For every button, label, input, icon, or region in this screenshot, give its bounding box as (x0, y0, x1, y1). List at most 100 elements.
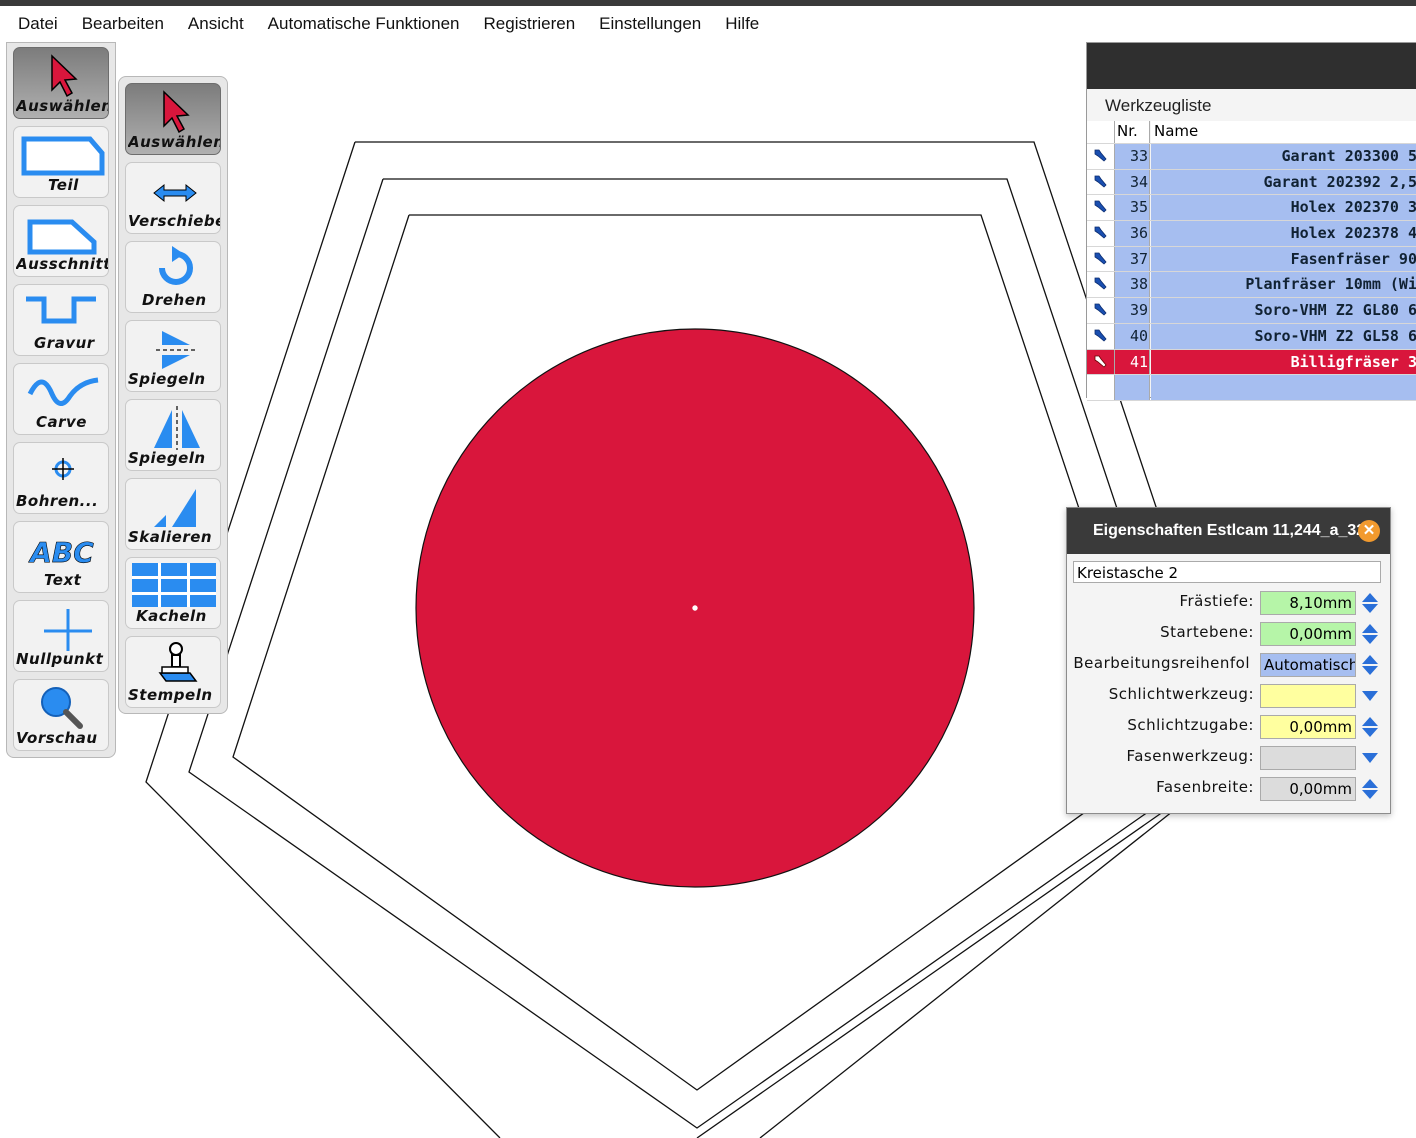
tool-preview-button[interactable]: Vorschau (13, 679, 109, 751)
tool-name: Garant 203300 5 (1151, 144, 1416, 169)
tool-label: Carve (36, 413, 87, 431)
edit-mirror-horizontal-button[interactable]: Spiegeln (125, 320, 221, 392)
rotate-icon (159, 246, 193, 285)
tool-select-button[interactable]: Auswählen (13, 47, 109, 119)
tool-cutout-button[interactable]: Ausschnitt (13, 205, 109, 277)
tool-text-button[interactable]: ABC Text (13, 521, 109, 593)
property-label: Bearbeitungsreihenfol (1073, 654, 1250, 672)
header-name[interactable]: Name (1151, 121, 1416, 143)
empty-nr-cell (1115, 375, 1150, 400)
tool-label: Nullpunkt (16, 650, 104, 668)
edit-scale-button[interactable]: Skalieren (125, 478, 221, 550)
order-select[interactable]: Automatisch (1260, 653, 1356, 677)
property-row-fasenbreite: Fasenbreite: 0,00mm (1067, 776, 1390, 802)
property-row-startebene: Startebene: 0,00mm (1067, 621, 1390, 647)
start-plane-input[interactable]: 0,00mm (1260, 622, 1356, 646)
menu-bearbeiten[interactable]: Bearbeiten (76, 14, 170, 34)
tool-drill-button[interactable]: Bohren... (13, 442, 109, 514)
menu-ansicht[interactable]: Ansicht (182, 14, 250, 34)
tool-label: Stempeln (128, 686, 213, 704)
table-row[interactable]: 38 Planfräser 10mm (Wi (1087, 272, 1416, 299)
arrow-cursor-icon (163, 90, 190, 134)
tool-engrave-button[interactable]: Gravur (13, 284, 109, 356)
menu-hilfe[interactable]: Hilfe (719, 14, 765, 34)
table-row[interactable]: 34 Garant 202392 2,5 (1087, 169, 1416, 196)
wrench-icon (1087, 298, 1115, 323)
tool-nr: 37 (1115, 246, 1150, 272)
property-label: Frästiefe: (1179, 592, 1254, 610)
finishing-tool-select[interactable] (1260, 684, 1356, 708)
edit-select-button[interactable]: Auswählen (125, 83, 221, 155)
tool-table: Nr. Name 33 Garant 203300 5 34 Garant 20… (1087, 121, 1416, 401)
tool-part-button[interactable]: Teil (13, 126, 109, 198)
tool-nr: 36 (1115, 221, 1150, 246)
wrench-icon (1087, 272, 1115, 298)
wrench-icon (1087, 144, 1115, 169)
chevron-down-icon[interactable] (1361, 747, 1379, 769)
mirror-horizontal-icon (156, 331, 196, 369)
tool-label: Teil (48, 176, 79, 194)
text-icon-label: ABC (28, 536, 94, 569)
tool-name: Billigfräser 3 (1151, 349, 1416, 375)
tool-label: Auswählen (16, 97, 109, 115)
finishing-allowance-input[interactable]: 0,00mm (1260, 715, 1356, 739)
tool-list-window: Werkzeugliste Nr. Name 33 Garant 203300 … (1086, 42, 1416, 401)
header-nr[interactable]: Nr. (1115, 121, 1150, 143)
table-row[interactable]: 33 Garant 203300 5 (1087, 144, 1416, 170)
tool-nr: 33 (1115, 144, 1150, 169)
tool-carve-button[interactable]: Carve (13, 363, 109, 435)
properties-titlebar[interactable]: Eigenschaften Estlcam 11,244_a_32 ✕ (1067, 508, 1390, 554)
object-name-field[interactable]: Kreistasche 2 (1073, 561, 1381, 583)
tool-name: Fasenfräser 90 (1151, 246, 1416, 272)
spin-updown-icon[interactable] (1361, 778, 1379, 800)
tool-nr: 38 (1115, 272, 1150, 298)
menu-einstellungen[interactable]: Einstellungen (593, 14, 707, 34)
property-row-schlichtzugabe: Schlichtzugabe: 0,00mm (1067, 714, 1390, 740)
tool-label: Verschieben (128, 212, 220, 230)
chamfer-tool-select[interactable] (1260, 746, 1356, 770)
chevron-down-icon[interactable] (1361, 685, 1379, 707)
chamfer-width-input[interactable]: 0,00mm (1260, 777, 1356, 801)
wrench-icon (1087, 195, 1115, 221)
edit-rotate-button[interactable]: Drehen (125, 241, 221, 313)
cutout-outline-icon (27, 219, 97, 255)
property-label: Fasenbreite: (1156, 778, 1254, 796)
table-row[interactable]: 36 Holex 202378 4 (1087, 221, 1416, 247)
tool-label: Ausschnitt (16, 255, 109, 273)
edit-tile-button[interactable]: Kacheln (125, 557, 221, 629)
tool-label: Text (44, 571, 82, 589)
table-row[interactable]: 39 Soro-VHM Z2 GL80 6 (1087, 298, 1416, 324)
table-row[interactable]: 35 Holex 202370 3 (1087, 195, 1416, 222)
menu-datei[interactable]: Datei (12, 14, 64, 34)
edit-stamp-button[interactable]: Stempeln (125, 636, 221, 708)
spin-updown-icon[interactable] (1361, 592, 1379, 614)
menu-bar: Datei Bearbeiten Ansicht Automatische Fu… (0, 6, 1416, 42)
table-row-empty[interactable] (1087, 375, 1416, 401)
menu-registrieren[interactable]: Registrieren (478, 14, 582, 34)
table-row[interactable]: 37 Fasenfräser 90 (1087, 246, 1416, 273)
tool-name: Soro-VHM Z2 GL58 6 (1151, 323, 1416, 349)
main-toolbar: Auswählen Teil Ausschnitt Gravur Carve B… (6, 42, 116, 758)
menu-automatische-funktionen[interactable]: Automatische Funktionen (262, 14, 466, 34)
part-outline-icon (21, 136, 105, 176)
tool-name: Planfräser 10mm (Wi (1151, 272, 1416, 298)
arrow-cursor-icon (51, 54, 78, 98)
stamp-icon (158, 642, 198, 682)
spin-updown-icon[interactable] (1361, 716, 1379, 738)
tool-origin-button[interactable]: Nullpunkt (13, 600, 109, 672)
tool-label: Drehen (142, 291, 207, 309)
move-arrows-icon (153, 183, 197, 203)
table-row-selected[interactable]: 41 Billigfräser 3 (1087, 349, 1416, 376)
table-row[interactable]: 40 Soro-VHM Z2 GL58 6 (1087, 323, 1416, 350)
depth-input[interactable]: 8,10mm (1260, 591, 1356, 615)
edit-mirror-vertical-button[interactable]: Spiegeln (125, 399, 221, 471)
edit-move-button[interactable]: Verschieben (125, 162, 221, 234)
tool-name: Garant 202392 2,5 (1151, 169, 1416, 195)
spin-updown-icon[interactable] (1361, 623, 1379, 645)
property-label: Fasenwerkzeug: (1126, 747, 1254, 765)
spin-updown-icon[interactable] (1361, 654, 1379, 676)
tool-list-titlebar[interactable] (1087, 43, 1416, 89)
tool-name: Holex 202378 4 (1151, 221, 1416, 246)
property-label: Startebene: (1160, 623, 1254, 641)
close-icon[interactable]: ✕ (1358, 520, 1380, 542)
